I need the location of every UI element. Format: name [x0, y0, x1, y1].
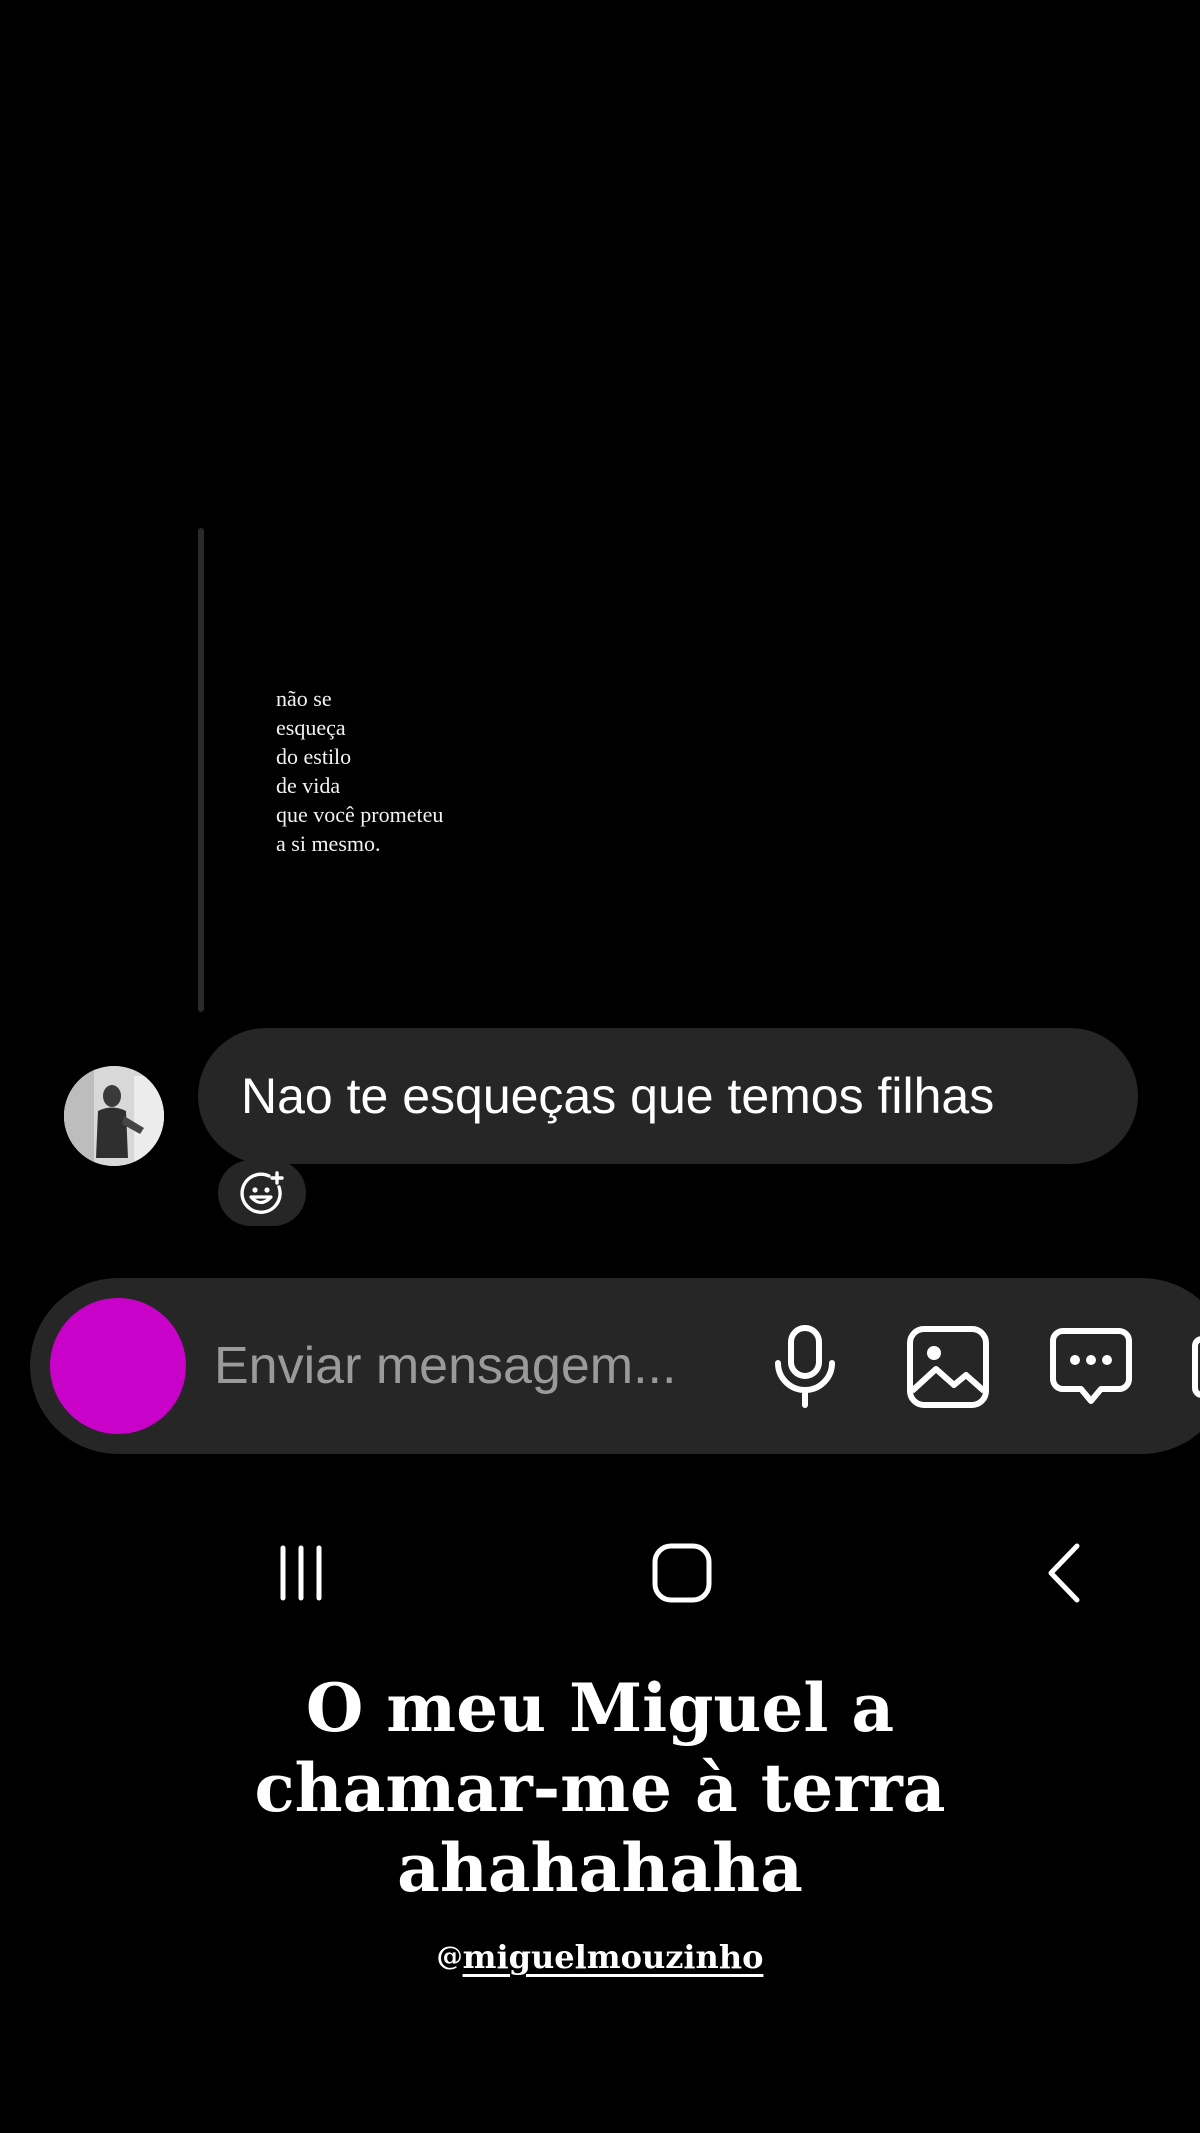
sender-avatar[interactable] [64, 1066, 164, 1166]
caption-line: ahahahaha [397, 1829, 803, 1907]
caption-line: chamar-me à terra [254, 1749, 946, 1827]
sticker-button[interactable] [1046, 1322, 1136, 1412]
back-button[interactable] [1020, 1538, 1110, 1608]
microphone-icon [775, 1325, 835, 1408]
gallery-button[interactable] [903, 1322, 993, 1412]
message-bubble[interactable]: Nao te esqueças que temos filhas [198, 1028, 1138, 1164]
more-button-edge[interactable] [1192, 1336, 1200, 1398]
reply-indicator-bar [198, 528, 204, 1012]
quoted-story-line: de vida [276, 773, 341, 798]
story-caption: O meu Miguel a chamar-me à terra ahahaha… [0, 1668, 1200, 1908]
home-icon [652, 1543, 712, 1603]
quoted-story-line: do estilo [276, 744, 352, 769]
chat-bubble-icon [1050, 1328, 1132, 1404]
avatar-photo [64, 1066, 164, 1166]
quoted-story-text[interactable]: não se esqueça do estilo de vida que voc… [276, 684, 443, 858]
quoted-story-line: a si mesmo. [276, 831, 381, 856]
message-text: Nao te esqueças que temos filhas [241, 1068, 995, 1124]
caption-line: O meu Miguel a [305, 1669, 895, 1747]
mention-sticker[interactable]: @miguelmouzinho [0, 1938, 1200, 1976]
home-button[interactable] [637, 1538, 727, 1608]
quoted-story-line: que você prometeu [276, 802, 444, 827]
recent-apps-button[interactable] [256, 1538, 346, 1608]
quoted-story-line: não se [276, 686, 332, 711]
add-reaction-button[interactable] [218, 1160, 306, 1226]
camera-button[interactable] [50, 1298, 186, 1434]
microphone-button[interactable] [760, 1322, 850, 1412]
add-reaction-icon [240, 1171, 284, 1214]
quoted-story-line: esqueça [276, 715, 346, 740]
back-icon [1048, 1543, 1080, 1603]
mention-icon: @ [436, 1942, 463, 1972]
mention-username: miguelmouzinho [462, 1938, 764, 1976]
recent-apps-icon [280, 1545, 322, 1601]
image-icon [907, 1326, 989, 1408]
message-input[interactable] [214, 1331, 714, 1401]
